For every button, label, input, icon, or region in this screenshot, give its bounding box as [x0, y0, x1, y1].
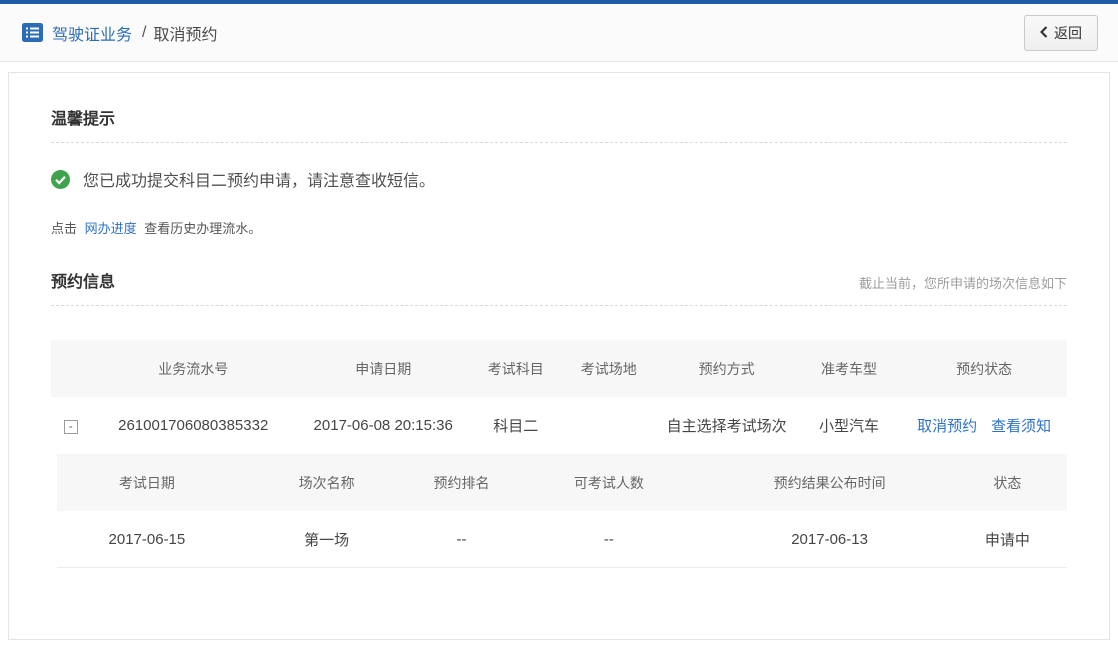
col-header-subject: 考试科目	[471, 359, 561, 379]
cell-rank: --	[417, 531, 507, 548]
col-header-state: 状态	[948, 473, 1067, 493]
detail-table-header-row: 考试日期 场次名称 预约排名 可考试人数 预约结果公布时间 状态	[57, 454, 1067, 511]
cancel-appointment-link[interactable]: 取消预约	[917, 415, 977, 436]
appointment-note: 截止当前，您所申请的场次信息如下	[859, 273, 1067, 292]
page-header: 驾驶证业务 / 取消预约 返回	[0, 4, 1118, 62]
note-prefix: 点击	[51, 221, 77, 236]
back-chevron-icon	[1040, 25, 1048, 41]
divider	[51, 142, 1067, 143]
breadcrumb: 驾驶证业务 / 取消预约	[22, 21, 217, 45]
col-header-session-name: 场次名称	[237, 473, 417, 493]
col-header-serial: 业务流水号	[91, 359, 296, 379]
cell-capacity: --	[506, 531, 711, 548]
view-notice-link[interactable]: 查看须知	[991, 415, 1051, 436]
col-header-status: 预约状态	[901, 359, 1067, 379]
cell-exam-date: 2017-06-15	[57, 531, 237, 548]
cell-serial: 261001706080385332	[91, 417, 296, 434]
detail-table-row: 2017-06-15 第一场 -- -- 2017-06-13 申请中	[57, 511, 1067, 568]
success-check-icon	[51, 170, 70, 189]
appointment-section-header: 预约信息 截止当前，您所申请的场次信息如下	[51, 268, 1067, 292]
list-icon	[22, 23, 43, 42]
note-suffix: 查看历史办理流水。	[144, 221, 261, 236]
col-header-rank: 预约排名	[417, 473, 507, 493]
breadcrumb-separator: /	[142, 24, 146, 42]
session-detail-table: 考试日期 场次名称 预约排名 可考试人数 预约结果公布时间 状态 2017-06…	[57, 454, 1067, 568]
cell-actions: 取消预约 查看须知	[901, 415, 1067, 436]
appointment-heading: 预约信息	[51, 268, 115, 292]
back-button[interactable]: 返回	[1024, 15, 1098, 51]
success-row: 您已成功提交科目二预约申请，请注意查收短信。	[51, 167, 1067, 191]
progress-link[interactable]: 网办进度	[85, 221, 137, 236]
col-header-method: 预约方式	[657, 359, 797, 379]
success-message: 您已成功提交科目二预约申请，请注意查收短信。	[83, 167, 435, 191]
collapse-toggle[interactable]: -	[64, 420, 78, 434]
col-header-vehicle: 准考车型	[797, 359, 902, 379]
appointment-table: 业务流水号 申请日期 考试科目 考试场地 预约方式 准考车型 预约状态 - 26…	[51, 340, 1067, 568]
progress-note: 点击 网办进度 查看历史办理流水。	[51, 218, 1067, 237]
breadcrumb-current: 取消预约	[153, 21, 217, 45]
cell-apply-date: 2017-06-08 20:15:36	[296, 417, 471, 434]
main-table-header-row: 业务流水号 申请日期 考试科目 考试场地 预约方式 准考车型 预约状态	[51, 340, 1067, 397]
cell-result-time: 2017-06-13	[711, 531, 947, 548]
back-button-label: 返回	[1054, 23, 1082, 43]
cell-method: 自主选择考试场次	[657, 415, 797, 436]
cell-vehicle: 小型汽车	[797, 415, 902, 436]
cell-state: 申请中	[948, 529, 1067, 550]
col-header-exam-date: 考试日期	[57, 473, 237, 493]
content-panel: 温馨提示 您已成功提交科目二预约申请，请注意查收短信。 点击 网办进度 查看历史…	[8, 72, 1110, 640]
main-table-row: - 261001706080385332 2017-06-08 20:15:36…	[51, 397, 1067, 454]
col-header-result-time: 预约结果公布时间	[711, 473, 947, 493]
divider	[51, 305, 1067, 306]
breadcrumb-section-link[interactable]: 驾驶证业务	[52, 21, 132, 45]
col-header-capacity: 可考试人数	[506, 473, 711, 493]
cell-session-name: 第一场	[237, 529, 417, 550]
col-header-venue: 考试场地	[561, 359, 657, 379]
cell-subject: 科目二	[471, 415, 561, 436]
col-header-apply-date: 申请日期	[296, 359, 471, 379]
tips-heading: 温馨提示	[51, 73, 1067, 129]
